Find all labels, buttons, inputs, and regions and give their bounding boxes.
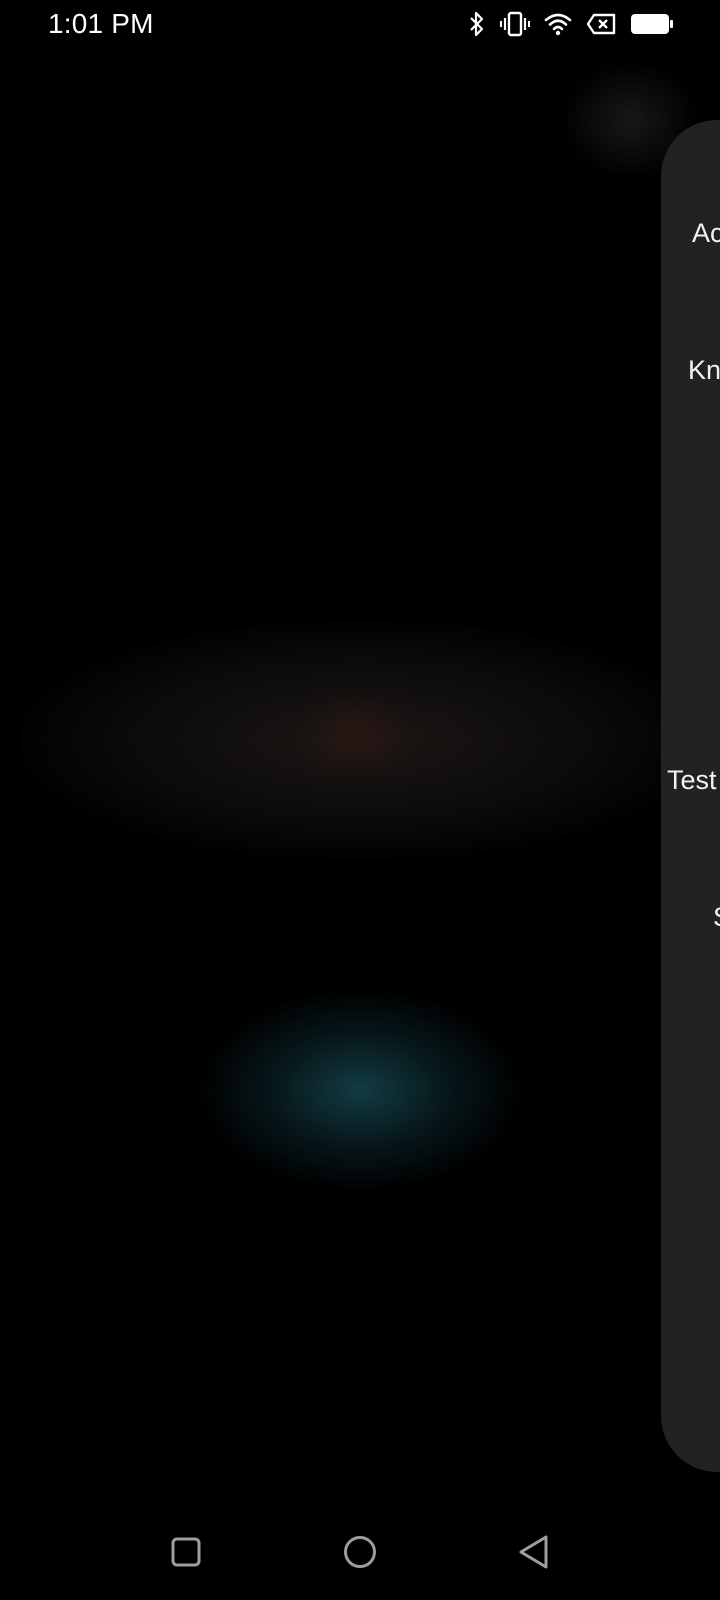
navigation-bar [0, 1500, 720, 1600]
side-panel-item[interactable]: S [713, 902, 720, 933]
back-icon [517, 1534, 551, 1575]
back-button[interactable] [514, 1534, 554, 1574]
side-panel-item[interactable]: Ac [692, 218, 720, 249]
background-glow [20, 620, 700, 860]
battery-icon [630, 13, 674, 35]
vibrate-icon [500, 11, 530, 37]
home-icon [342, 1534, 378, 1575]
status-time: 1:01 PM [48, 8, 154, 39]
recents-icon [170, 1536, 202, 1573]
status-bar: 1:01 PM [0, 0, 720, 50]
home-button[interactable] [340, 1534, 380, 1574]
recents-button[interactable] [166, 1534, 206, 1574]
background-glow [200, 990, 520, 1190]
side-panel-item[interactable]: Test [667, 765, 717, 796]
bluetooth-icon [468, 11, 486, 37]
wifi-icon [544, 12, 572, 36]
background-glow [300, 690, 410, 780]
side-panel[interactable] [661, 120, 720, 1472]
no-sim-icon [586, 13, 616, 35]
side-panel-item[interactable]: Kn [688, 355, 720, 386]
status-icons [468, 10, 674, 38]
screen: 1:01 PM Ac Kn Test [0, 0, 720, 1600]
